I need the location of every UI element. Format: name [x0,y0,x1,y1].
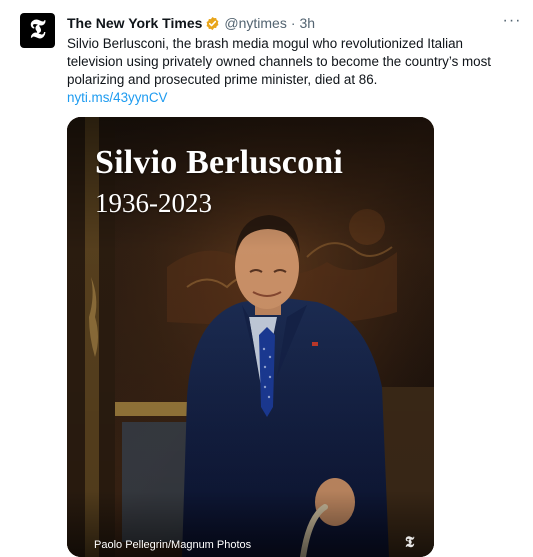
header-separator: · [290,15,296,31]
tweet-link[interactable]: nyti.ms/43yynCV [67,89,167,107]
photo-credit: Paolo Pellegrin/Magnum Photos [94,539,252,551]
nyt-watermark-icon: 𝕿 [405,533,415,551]
account-name[interactable]: The New York Times [67,15,202,31]
nyt-logo-icon: 𝕿 [29,15,46,45]
tweet-header: The New York Times @nytimes · 3h [67,14,513,32]
portrait-photo [67,117,434,557]
tweet-media-image[interactable]: Silvio Berlusconi 1936-2023 Paolo Pelleg… [67,117,434,557]
account-handle[interactable]: @nytimes [224,15,286,31]
media-title: Silvio Berlusconi [95,144,344,181]
media-years: 1936-2023 [95,188,212,218]
tweet-timestamp[interactable]: 3h [300,15,316,31]
nyt-avatar[interactable]: 𝕿 [20,13,55,48]
more-options-icon[interactable]: ··· [499,11,525,31]
tweet-text: Silvio Berlusconi, the brash media mogul… [67,36,492,87]
verified-badge-icon [205,16,220,31]
